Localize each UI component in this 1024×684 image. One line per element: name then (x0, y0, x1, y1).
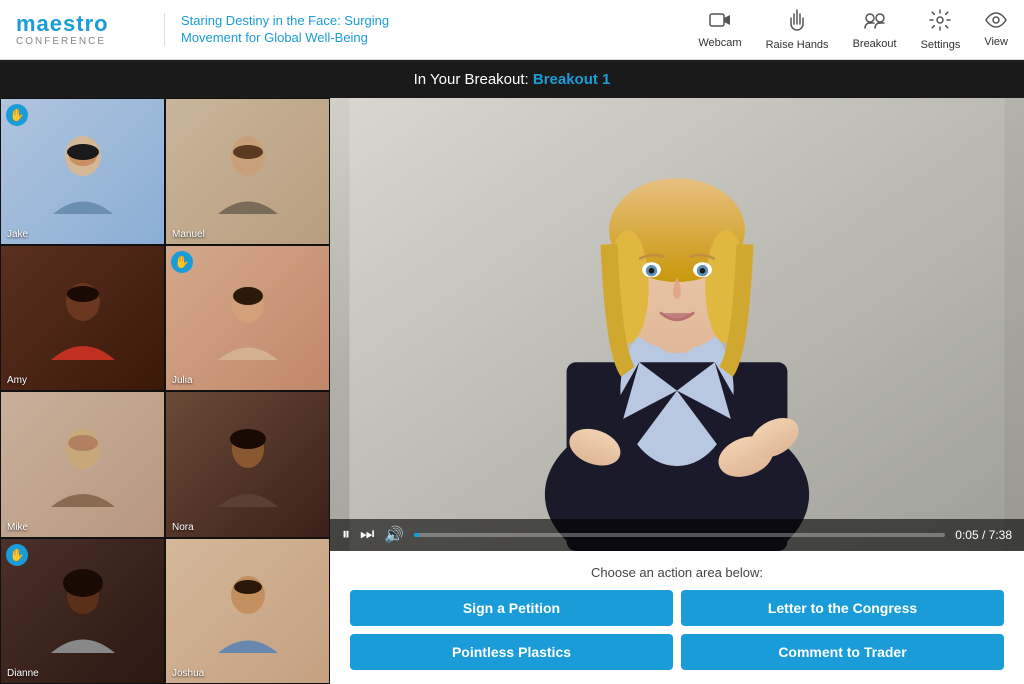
participant-name-dianne: Dianne (7, 668, 39, 679)
view-button[interactable]: View (984, 11, 1008, 48)
title-line1: Staring Destiny in the Face: Surging (181, 13, 389, 28)
participant-video-amy (1, 246, 164, 391)
webcam-icon (709, 11, 731, 35)
progress-bar[interactable] (414, 533, 945, 537)
view-label: View (984, 36, 1008, 48)
participant-name-joshua: Joshua (172, 668, 204, 679)
participant-video-nora (166, 392, 329, 537)
next-frame-button[interactable]: ⏭ (360, 526, 374, 544)
settings-label: Settings (921, 39, 961, 51)
breakout-icon (864, 10, 886, 36)
nora-avatar (208, 417, 288, 512)
settings-button[interactable]: Settings (921, 9, 961, 51)
logo: maestro CONFERENCE (16, 12, 109, 47)
participant-name-manuel: Manuel (172, 229, 205, 240)
participant-name-nora: Nora (172, 522, 194, 533)
view-icon (985, 11, 1007, 34)
volume-button[interactable]: 🔊 (384, 525, 404, 545)
breakout-name: Breakout 1 (533, 71, 611, 88)
participant-name-amy: Amy (7, 375, 27, 386)
presenter-svg (330, 98, 1024, 551)
hand-raised-badge: ✋ (6, 544, 28, 566)
video-area: ⏸ ⏭ 🔊 0:05 / 7:38 (330, 98, 1024, 551)
participant-tile: ✋ Jake (0, 98, 165, 245)
jake-avatar (43, 124, 123, 219)
breakout-label: Breakout (853, 38, 897, 50)
participant-video-joshua (166, 539, 329, 684)
participant-name-mike: Mike (7, 522, 28, 533)
title-line2: Movement for Global Well-Being (181, 30, 368, 45)
dianne-avatar (43, 563, 123, 658)
participant-tile: ✋ Julia (165, 245, 330, 392)
logo-maestro-text: maestro (16, 12, 109, 36)
participant-name-julia: Julia (172, 375, 193, 386)
participants-grid: ✋ Jake Manuel Amy (0, 98, 330, 684)
action-area: Choose an action area below: Sign a Peti… (330, 551, 1024, 684)
mike-avatar (43, 417, 123, 512)
raise-hands-button[interactable]: Raise Hands (766, 9, 829, 51)
participant-tile: Nora (165, 391, 330, 538)
breakout-prefix: In Your Breakout: (414, 71, 529, 88)
comment-trader-button[interactable]: Comment to Trader (681, 634, 1004, 670)
participant-video-mike (1, 392, 164, 537)
participant-video-manuel (166, 99, 329, 244)
webcam-label: Webcam (698, 37, 741, 49)
action-buttons: Sign a Petition Letter to the Congress P… (350, 590, 1004, 670)
logo-area: maestro CONFERENCE (16, 12, 156, 47)
raise-hands-icon (788, 9, 806, 37)
video-controls: ⏸ ⏭ 🔊 0:05 / 7:38 (330, 519, 1024, 551)
letter-congress-button[interactable]: Letter to the Congress (681, 590, 1004, 626)
participant-tile: Manuel (165, 98, 330, 245)
hand-raised-badge: ✋ (6, 104, 28, 126)
action-area-label: Choose an action area below: (350, 565, 1004, 580)
participant-tile: ✋ Dianne (0, 538, 165, 684)
logo-conference-text: CONFERENCE (16, 36, 109, 47)
presenter-background (330, 98, 1024, 551)
participant-tile: Amy (0, 245, 165, 392)
amy-avatar (43, 270, 123, 365)
main-content: ✋ Jake Manuel Amy (0, 98, 1024, 684)
header-controls: Webcam Raise Hands Breakout Settings Vie… (698, 9, 1008, 51)
pointless-plastics-button[interactable]: Pointless Plastics (350, 634, 673, 670)
manuel-avatar (208, 124, 288, 219)
time-display: 0:05 / 7:38 (955, 528, 1012, 542)
webcam-button[interactable]: Webcam (698, 11, 741, 49)
julia-avatar (208, 270, 288, 365)
header: maestro CONFERENCE Staring Destiny in th… (0, 0, 1024, 60)
participant-name-jake: Jake (7, 229, 28, 240)
joshua-avatar (208, 563, 288, 658)
progress-fill (414, 533, 420, 537)
sign-petition-button[interactable]: Sign a Petition (350, 590, 673, 626)
participant-tile: Mike (0, 391, 165, 538)
settings-icon (929, 9, 951, 37)
hand-raised-badge: ✋ (171, 251, 193, 273)
pause-button[interactable]: ⏸ (342, 526, 350, 544)
session-title: Staring Destiny in the Face: Surging Mov… (164, 13, 698, 47)
right-panel: ⏸ ⏭ 🔊 0:05 / 7:38 Choose an action area … (330, 98, 1024, 684)
raise-hands-label: Raise Hands (766, 39, 829, 51)
participant-tile: Joshua (165, 538, 330, 684)
breakout-bar: In Your Breakout: Breakout 1 (0, 60, 1024, 98)
breakout-button[interactable]: Breakout (853, 10, 897, 50)
